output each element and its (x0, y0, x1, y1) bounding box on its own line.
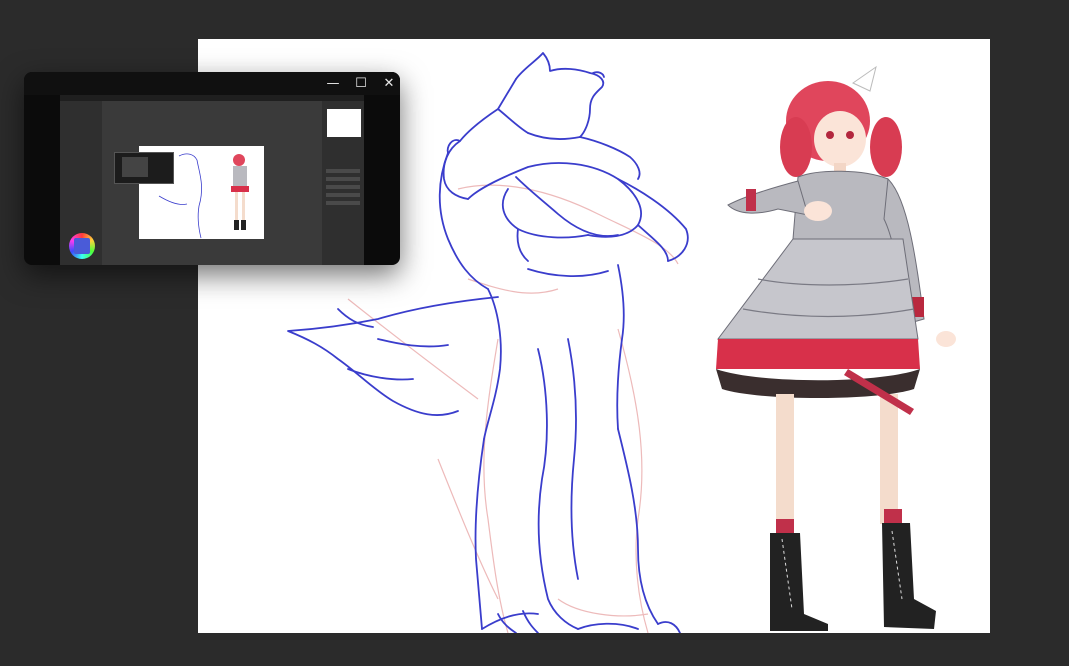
maximize-icon[interactable]: ☐ (347, 72, 375, 95)
close-icon[interactable]: ✕ (375, 72, 400, 95)
color-wheel-icon (69, 233, 95, 259)
mini-layer-row (326, 201, 360, 205)
mini-menubar (60, 95, 364, 101)
window-titlebar[interactable]: — ☐ ✕ (24, 72, 400, 95)
minimize-icon[interactable]: — (319, 72, 347, 95)
mini-nested-capture (114, 152, 174, 184)
mini-layer-row (326, 169, 360, 173)
mini-layer-row (326, 185, 360, 189)
mini-layer-row (326, 177, 360, 181)
capture-preview-window[interactable]: — ☐ ✕ (24, 72, 400, 265)
character-illustration (716, 65, 956, 631)
captured-app-screen (60, 95, 364, 265)
mini-navigator-thumbnail (327, 109, 361, 137)
color-square (74, 238, 90, 254)
mini-nested-screen (122, 157, 148, 177)
mini-layer-row (326, 193, 360, 197)
